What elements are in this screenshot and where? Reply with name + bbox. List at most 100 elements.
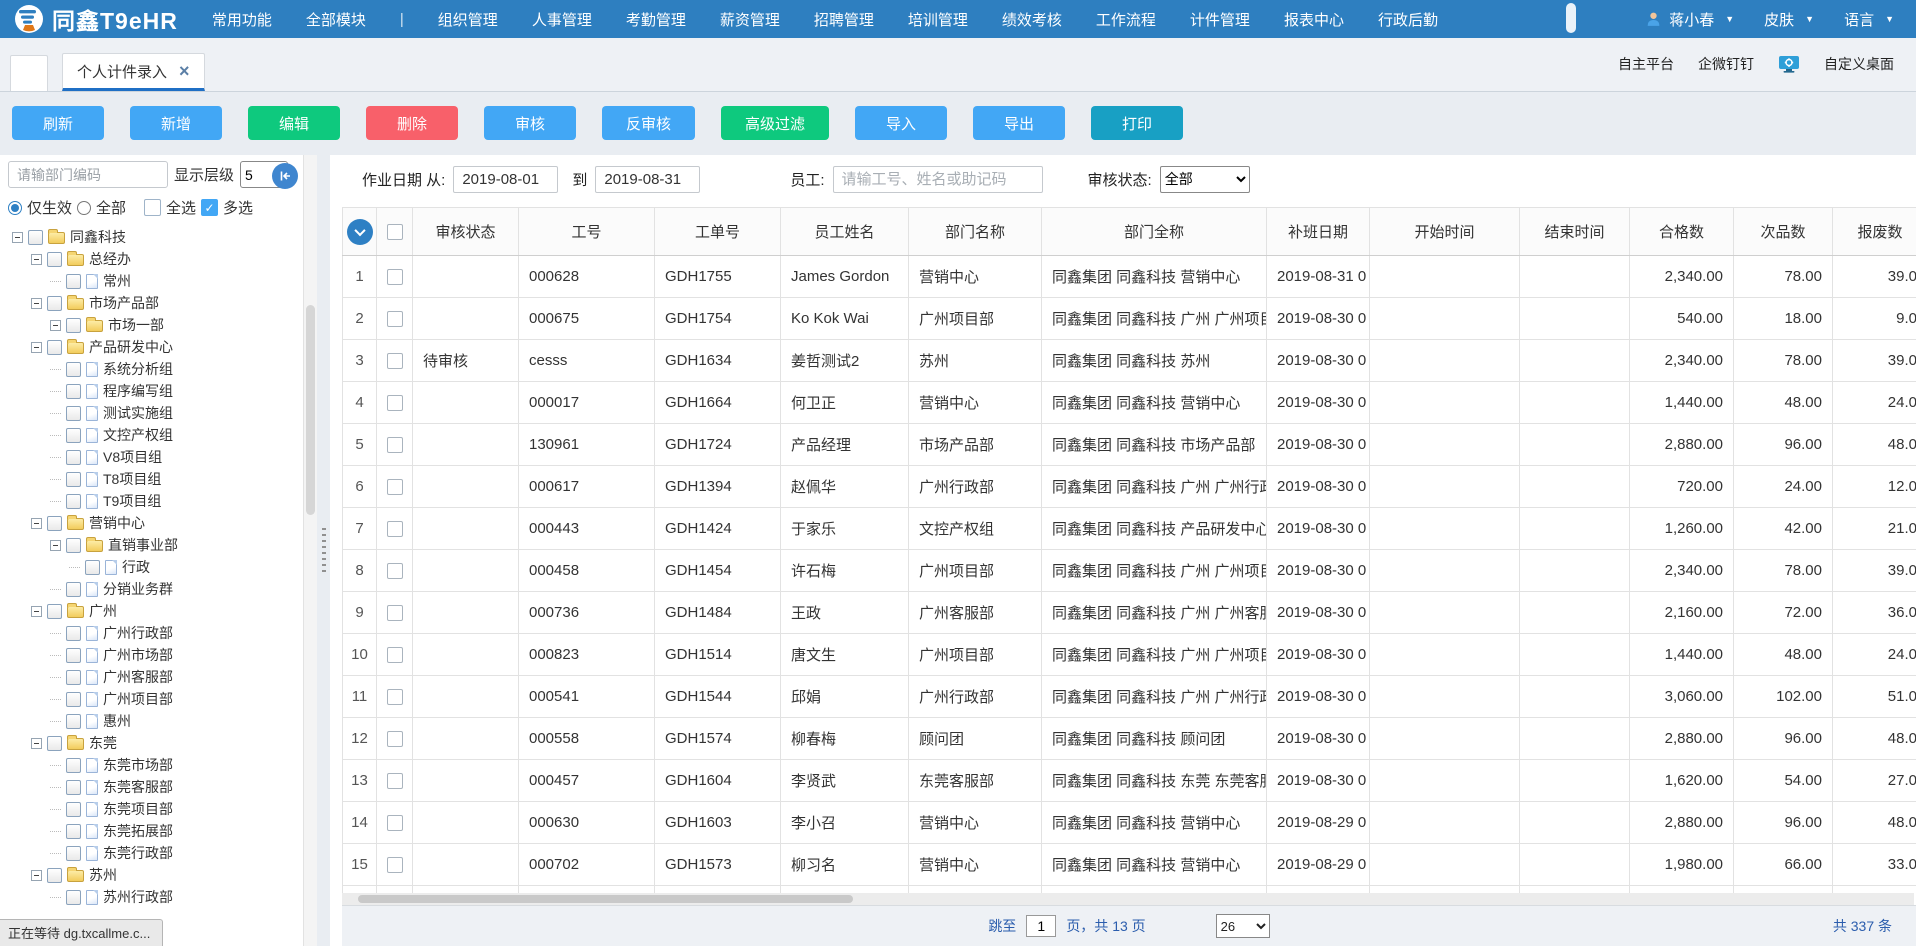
tree-label[interactable]: 东莞市场部 [103, 755, 173, 775]
dept-code-input[interactable] [8, 161, 168, 188]
tree-collapse-icon[interactable] [31, 738, 42, 749]
toolbar-button[interactable]: 导出 [973, 106, 1065, 140]
column-header[interactable]: 审核状态 [413, 208, 519, 256]
tree-checkbox[interactable] [66, 472, 81, 487]
tree-checkbox[interactable] [66, 714, 81, 729]
tree-row[interactable]: 同鑫科技 [8, 226, 297, 248]
tree-checkbox[interactable] [66, 450, 81, 465]
tree-checkbox[interactable] [66, 802, 81, 817]
toolbar-button[interactable]: 新增 [130, 106, 222, 140]
nav-item[interactable]: 全部模块 [306, 9, 366, 30]
tree-label[interactable]: 市场产品部 [89, 293, 159, 313]
tree-label[interactable]: 行政 [122, 557, 150, 577]
tree-collapse-icon[interactable] [31, 254, 42, 265]
tree-checkbox[interactable] [47, 296, 62, 311]
tree-row[interactable]: V8项目组 [8, 446, 297, 468]
sidebar-scrollbar-thumb[interactable] [306, 305, 315, 515]
row-checkbox-cell[interactable] [377, 802, 413, 844]
column-header[interactable]: 部门名称 [909, 208, 1042, 256]
column-menu-button[interactable] [347, 219, 373, 245]
tree-checkbox[interactable] [66, 780, 81, 795]
row-checkbox-cell[interactable] [377, 676, 413, 718]
tree-row[interactable]: 东莞拓展部 [8, 820, 297, 842]
tree-checkbox[interactable] [66, 274, 81, 289]
tree-row[interactable]: 市场一部 [8, 314, 297, 336]
column-header[interactable]: 工号 [519, 208, 655, 256]
toolbar-button[interactable]: 审核 [484, 106, 576, 140]
tree-collapse-icon[interactable] [31, 342, 42, 353]
link-custom-desktop[interactable]: 自定义桌面 [1824, 54, 1894, 74]
tree-label[interactable]: 常州 [103, 271, 131, 291]
row-checkbox[interactable] [387, 269, 403, 285]
tree-checkbox[interactable] [66, 692, 81, 707]
tree-row[interactable]: 行政 [8, 556, 297, 578]
tree-label[interactable]: 东莞行政部 [103, 843, 173, 863]
toolbar-button[interactable]: 编辑 [248, 106, 340, 140]
row-checkbox[interactable] [387, 605, 403, 621]
nav-item[interactable]: 报表中心 [1284, 9, 1344, 30]
splitter-grip-icon[interactable] [322, 528, 326, 574]
column-header[interactable]: 合格数 [1630, 208, 1734, 256]
toolbar-button[interactable]: 反审核 [602, 106, 695, 140]
tree-label[interactable]: 广州 [89, 601, 117, 621]
row-checkbox[interactable] [387, 689, 403, 705]
tree-row[interactable]: 分销业务群 [8, 578, 297, 600]
tree-label[interactable]: 市场一部 [108, 315, 164, 335]
tree-checkbox[interactable] [66, 890, 81, 905]
tree-checkbox[interactable] [47, 868, 62, 883]
tree-label[interactable]: 程序编写组 [103, 381, 173, 401]
tree-label[interactable]: 东莞 [89, 733, 117, 753]
tree-row[interactable]: 直销事业部 [8, 534, 297, 556]
tree-label[interactable]: T8项目组 [103, 469, 161, 489]
tree-row[interactable]: T9项目组 [8, 490, 297, 512]
row-checkbox-cell[interactable] [377, 466, 413, 508]
column-header[interactable]: 结束时间 [1520, 208, 1630, 256]
row-checkbox[interactable] [387, 563, 403, 579]
row-checkbox-cell[interactable] [377, 760, 413, 802]
page-size-select[interactable]: 26 [1216, 914, 1270, 938]
sidebar-collapse-button[interactable] [272, 163, 298, 189]
column-header[interactable]: 部门全称 [1042, 208, 1267, 256]
tree-label[interactable]: 营销中心 [89, 513, 145, 533]
tree-label[interactable]: 东莞客服部 [103, 777, 173, 797]
row-checkbox-cell[interactable] [377, 634, 413, 676]
tree-checkbox[interactable] [85, 560, 100, 575]
tree-label[interactable]: 广州客服部 [103, 667, 173, 687]
column-header[interactable]: 补班日期 [1267, 208, 1370, 256]
nav-item[interactable]: 行政后勤 [1378, 9, 1438, 30]
nav-item[interactable]: 人事管理 [532, 9, 592, 30]
tree-row[interactable]: 广州客服部 [8, 666, 297, 688]
tree-row[interactable]: 产品研发中心 [8, 336, 297, 358]
tree-row[interactable]: 文控产权组 [8, 424, 297, 446]
tree-label[interactable]: 测试实施组 [103, 403, 173, 423]
status-select[interactable]: 全部 [1160, 166, 1250, 193]
row-checkbox[interactable] [387, 815, 403, 831]
tree-row[interactable]: 东莞客服部 [8, 776, 297, 798]
tree-label[interactable]: 分销业务群 [103, 579, 173, 599]
tree-collapse-icon[interactable] [31, 606, 42, 617]
row-checkbox-cell[interactable] [377, 340, 413, 382]
header-checkbox-cell[interactable] [377, 208, 413, 256]
tree-row[interactable]: 东莞 [8, 732, 297, 754]
nav-item[interactable]: 考勤管理 [626, 9, 686, 30]
column-header[interactable]: 报废数 [1833, 208, 1916, 256]
skin-menu[interactable]: 皮肤 ▼ [1764, 9, 1814, 30]
tree-label[interactable]: 广州行政部 [103, 623, 173, 643]
language-menu[interactable]: 语言 ▼ [1844, 9, 1894, 30]
nav-scrollbar-thumb[interactable] [1566, 3, 1576, 33]
tree-label[interactable]: T9项目组 [103, 491, 161, 511]
tree-checkbox[interactable] [47, 252, 62, 267]
date-to-input[interactable] [595, 166, 700, 193]
tree-label[interactable]: 文控产权组 [103, 425, 173, 445]
tree-label[interactable]: 苏州行政部 [103, 887, 173, 907]
tree-row[interactable]: 广州项目部 [8, 688, 297, 710]
row-checkbox-cell[interactable] [377, 844, 413, 886]
tab-active[interactable]: 个人计件录入 × [62, 53, 205, 91]
row-checkbox-cell[interactable] [377, 298, 413, 340]
tree-collapse-icon[interactable] [50, 320, 61, 331]
tree-collapse-icon[interactable] [31, 518, 42, 529]
nav-item[interactable]: 组织管理 [438, 9, 498, 30]
tree-row[interactable]: 系统分析组 [8, 358, 297, 380]
tree-row[interactable]: 总经办 [8, 248, 297, 270]
row-checkbox[interactable] [387, 479, 403, 495]
